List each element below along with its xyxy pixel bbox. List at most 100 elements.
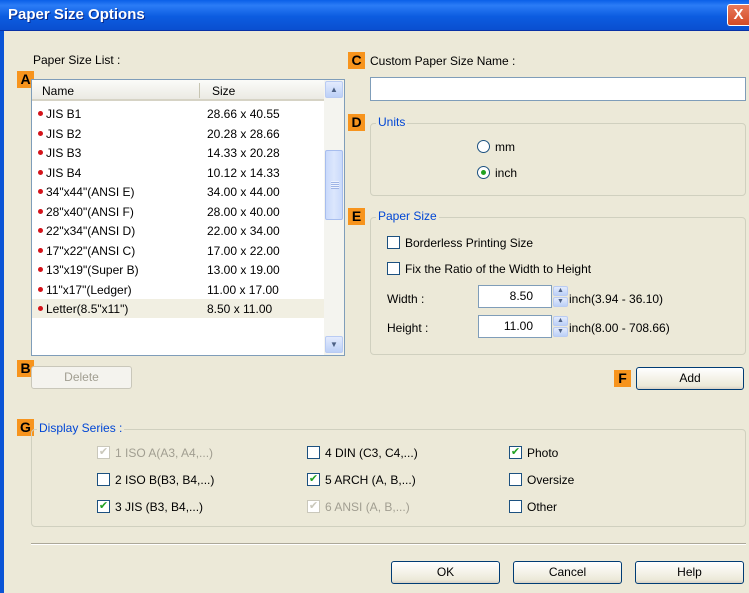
height-spin-down-icon[interactable]: ▼ [553,327,568,337]
column-header-name[interactable]: Name [42,84,74,98]
column-divider[interactable] [199,83,200,98]
series-checkbox[interactable]: ✔ [307,500,320,513]
bullet-icon [38,189,43,194]
height-spin-up-icon[interactable]: ▲ [553,316,568,326]
unit-inch-label[interactable]: inch [495,166,517,180]
list-item[interactable]: 28"x40"(ANSI F) 28.00 x 40.00 [32,202,324,221]
series-label[interactable]: Other [527,500,557,514]
height-label: Height : [387,321,429,335]
series-checkbox[interactable]: ✔ [509,446,522,459]
fix-ratio-checkbox[interactable] [387,262,400,275]
list-item-size: 20.28 x 28.66 [207,126,280,141]
height-range: inch(8.00 - 708.66) [569,321,670,335]
close-icon: X [733,6,744,23]
list-item-name: 13"x19"(Super B) [46,263,139,277]
list-item-size: 34.00 x 44.00 [207,185,280,199]
bullet-icon [38,267,43,272]
list-item[interactable]: 34"x44"(ANSI E) 34.00 x 44.00 [32,182,324,201]
list-item[interactable]: JIS B1 28.66 x 40.55 [32,104,324,123]
scroll-up-button[interactable]: ▲ [325,81,343,98]
width-range: inch(3.94 - 36.10) [569,292,664,306]
series-label[interactable]: 3 JIS (B3, B4,...) [115,500,203,514]
series-checkbox[interactable] [307,446,320,459]
close-button[interactable]: X [727,4,749,26]
dialog-body: Paper Size List : A Name Size JIS B1 28.6… [0,31,749,593]
marker-e: E [348,208,365,225]
bullet-icon [38,306,43,311]
list-header: Name Size [32,80,324,101]
check-icon: ✔ [510,446,521,458]
series-label[interactable]: 2 ISO B(B3, B4,...) [115,473,214,487]
custom-name-input[interactable] [370,77,746,101]
list-item[interactable]: 17"x22"(ANSI C) 17.00 x 22.00 [32,241,324,260]
series-label[interactable]: 4 DIN (C3, C4,...) [325,446,418,460]
width-spin-down-icon[interactable]: ▼ [553,297,568,307]
marker-f: F [614,370,631,387]
series-label[interactable]: Photo [527,446,558,460]
series-checkbox[interactable]: ✔ [307,473,320,486]
delete-button[interactable]: Delete [31,366,132,389]
width-spin-up-icon[interactable]: ▲ [553,286,568,296]
title-bar: Paper Size Options X [0,0,749,31]
scroll-thumb[interactable] [325,150,343,220]
bullet-icon [38,208,43,214]
series-checkbox[interactable] [97,473,110,486]
list-item[interactable]: Letter(8.5"x11") 8.50 x 11.00 [32,299,324,318]
list-item-name: 34"x44"(ANSI E) [46,185,135,199]
list-item-size: 28.66 x 40.55 [207,107,280,121]
scroll-down-button[interactable]: ▼ [325,336,343,353]
units-group [370,123,746,196]
list-scrollbar[interactable]: ▲ ▼ [324,80,344,355]
list-item-name: JIS B1 [46,107,82,121]
chevron-up-icon: ▲ [330,85,338,94]
check-icon: ✔ [308,500,319,512]
list-item-name: 11"x17"(Ledger) [46,282,132,297]
width-input[interactable]: 8.50 [478,285,552,308]
height-spinner[interactable]: ▲ ▼ [553,316,568,337]
list-item-name: JIS B4 [46,165,82,180]
series-label[interactable]: Oversize [527,473,574,487]
list-item[interactable]: 13"x19"(Super B) 13.00 x 19.00 [32,260,324,279]
grip-icon [331,181,339,189]
series-checkbox[interactable]: ✔ [97,500,110,513]
ok-button[interactable]: OK [391,561,500,584]
series-checkbox[interactable]: ✔ [97,446,110,459]
unit-mm-label[interactable]: mm [495,140,515,154]
borderless-checkbox[interactable] [387,236,400,249]
paper-size-list[interactable]: Name Size JIS B1 28.66 x 40.55 JIS B2 20.28… [31,79,345,356]
borderless-label[interactable]: Borderless Printing Size [405,236,533,250]
unit-inch-radio[interactable] [477,166,490,179]
units-legend: Units [376,115,408,129]
fix-ratio-label[interactable]: Fix the Ratio of the Width to Height [405,262,591,276]
list-item-size: 11.00 x 17.00 [207,282,279,297]
list-item[interactable]: JIS B4 10.12 x 14.33 [32,163,324,182]
unit-mm-radio[interactable] [477,140,490,153]
column-header-size[interactable]: Size [212,84,235,98]
window-title: Paper Size Options [8,6,145,23]
cancel-button[interactable]: Cancel [513,561,622,584]
bullet-icon [38,228,43,233]
list-item-size: 28.00 x 40.00 [207,204,280,219]
series-checkbox[interactable] [509,500,522,513]
chevron-down-icon: ▼ [330,340,338,349]
bullet-icon [38,150,43,155]
list-item[interactable]: JIS B2 20.28 x 28.66 [32,124,324,143]
list-item[interactable]: JIS B3 14.33 x 20.28 [32,143,324,162]
list-item[interactable]: 22"x34"(ANSI D) 22.00 x 34.00 [32,221,324,240]
series-label[interactable]: 5 ARCH (A, B,...) [325,473,416,487]
list-item-size: 22.00 x 34.00 [207,224,280,238]
series-label[interactable]: 6 ANSI (A, B,...) [325,500,410,514]
separator [31,543,746,545]
list-item-size: 8.50 x 11.00 [207,302,273,316]
width-label: Width : [387,292,425,306]
add-button[interactable]: Add [636,367,744,390]
help-button[interactable]: Help [635,561,744,584]
series-label[interactable]: 1 ISO A(A3, A4,...) [115,446,213,460]
series-checkbox[interactable] [509,473,522,486]
check-icon: ✔ [98,446,109,458]
height-input[interactable]: 11.00 [478,315,552,338]
list-item-name: 17"x22"(ANSI C) [46,243,136,258]
check-icon: ✔ [98,500,109,512]
width-spinner[interactable]: ▲ ▼ [553,286,568,307]
list-item[interactable]: 11"x17"(Ledger) 11.00 x 17.00 [32,280,324,299]
